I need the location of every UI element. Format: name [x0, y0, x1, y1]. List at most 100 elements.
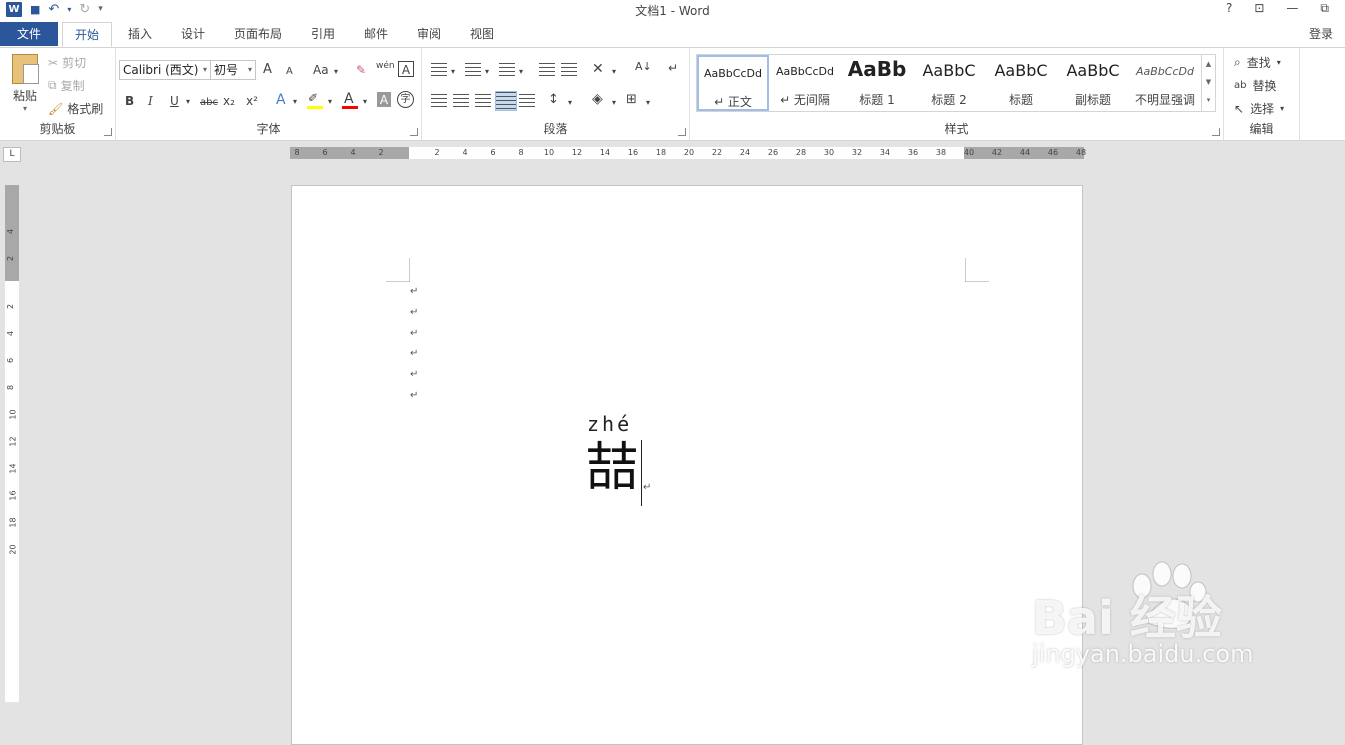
ruler-number: 16	[8, 490, 18, 501]
change-case-dropdown-icon[interactable]: ▾	[334, 64, 338, 80]
document-page[interactable]: ↵ ↵ ↵ ↵ ↵ ↵ zhé 喆 ↵	[291, 185, 1083, 745]
align-left-icon[interactable]	[431, 94, 447, 108]
tab-mailings[interactable]: 邮件	[356, 22, 396, 47]
paragraph-launcher-icon[interactable]	[678, 128, 686, 136]
phonetic-guide-button[interactable]: wén	[376, 58, 395, 74]
justify-icon[interactable]	[495, 91, 517, 111]
change-case-button[interactable]: Aa	[313, 62, 329, 78]
gallery-scroll[interactable]: ▲ ▼ ▾	[1201, 55, 1215, 111]
paste-label: 粘贴	[12, 89, 37, 103]
style-preview: AaBbC	[994, 61, 1048, 80]
paste-button[interactable]: 粘贴 ▾	[8, 54, 42, 113]
vertical-ruler[interactable]: 4 2 2 4 6 8 10 12 14 16 18 20	[5, 185, 19, 702]
style-heading-2[interactable]: AaBbC 标题 2	[913, 55, 985, 111]
underline-dropdown-icon[interactable]: ▾	[186, 94, 190, 110]
multilevel-dropdown-icon[interactable]: ▾	[519, 64, 523, 80]
chinese-layout-icon[interactable]: ✕	[592, 61, 604, 77]
format-painter-button[interactable]: 🖌 格式刷	[48, 100, 103, 117]
shading-dropdown-icon[interactable]: ▾	[612, 95, 616, 111]
tab-view[interactable]: 视图	[462, 22, 502, 47]
tab-insert[interactable]: 插入	[120, 22, 160, 47]
ruler-number: 4	[6, 330, 16, 337]
strikethrough-button[interactable]: abc	[200, 95, 218, 111]
style-subtitle[interactable]: AaBbC 副标题	[1057, 55, 1129, 111]
bullets-dropdown-icon[interactable]: ▾	[451, 64, 455, 80]
tab-home[interactable]: 开始	[62, 22, 112, 47]
line-spacing-dropdown-icon[interactable]: ▾	[568, 95, 572, 111]
line-spacing-icon[interactable]: ↕	[548, 92, 559, 108]
clipboard-launcher-icon[interactable]	[104, 128, 112, 136]
highlight-icon[interactable]: ✐	[308, 90, 318, 106]
text-effects-dropdown-icon[interactable]: ▾	[293, 94, 297, 110]
character-border-button[interactable]: A	[398, 61, 414, 77]
font-color-dropdown-icon[interactable]: ▾	[363, 94, 367, 110]
more-styles-icon[interactable]: ▾	[1202, 91, 1215, 109]
tab-design[interactable]: 设计	[173, 22, 213, 47]
shading-icon[interactable]: ◈	[592, 91, 603, 107]
tab-selector[interactable]: L	[3, 147, 21, 162]
style-preview: AaBbC	[1066, 61, 1120, 80]
clipboard-group-label: 剪贴板	[39, 122, 76, 136]
cut-button[interactable]: ✂ 剪切	[48, 54, 86, 71]
replace-button[interactable]: ab 替换	[1234, 77, 1277, 94]
underline-button[interactable]: U	[170, 93, 179, 109]
text-effects-icon[interactable]: A	[276, 92, 286, 108]
paste-dropdown-icon[interactable]: ▾	[8, 104, 42, 113]
select-dropdown-icon[interactable]: ▾	[1280, 104, 1284, 113]
style-subtle-emphasis[interactable]: AaBbCcDd 不明显强调	[1129, 55, 1201, 111]
align-right-icon[interactable]	[475, 94, 491, 108]
italic-button[interactable]: I	[148, 93, 153, 109]
style-name: 不明显强调	[1134, 93, 1195, 107]
numbering-dropdown-icon[interactable]: ▾	[485, 64, 489, 80]
character-shading-button[interactable]: A	[377, 92, 391, 107]
select-button[interactable]: ↖ 选择 ▾	[1234, 100, 1284, 117]
styles-launcher-icon[interactable]	[1212, 128, 1220, 136]
style-normal[interactable]: AaBbCcDd ↵ 正文	[697, 55, 769, 111]
font-size-dropdown[interactable]: 初号 ▾	[210, 60, 256, 80]
subscript-button[interactable]: x₂	[223, 93, 235, 109]
borders-icon[interactable]: ⊞	[626, 92, 637, 108]
numbering-icon[interactable]	[465, 63, 481, 77]
horizontal-ruler[interactable]: 8 6 4 2 2 4 6 8 10 12 14 16 18 20 22 24 26 28 30 32 34 36 38 40…	[290, 147, 1086, 159]
superscript-button[interactable]: x²	[246, 93, 258, 109]
scroll-down-icon[interactable]: ▼	[1202, 73, 1215, 91]
copy-button[interactable]: ⧉ 复制	[48, 77, 85, 94]
font-color-icon[interactable]: A	[344, 91, 354, 107]
bullets-icon[interactable]	[431, 63, 447, 77]
minimize-button[interactable]: —	[1286, 1, 1298, 16]
help-button[interactable]: ?	[1226, 1, 1232, 16]
ruler-number: 42	[991, 148, 1003, 157]
chinese-layout-dropdown-icon[interactable]: ▾	[612, 64, 616, 80]
find-dropdown-icon[interactable]: ▾	[1277, 58, 1281, 67]
sign-in-link[interactable]: 登录	[1309, 25, 1333, 42]
scroll-up-icon[interactable]: ▲	[1202, 55, 1215, 73]
chinese-character: 喆	[586, 438, 639, 498]
style-heading-1[interactable]: AaBb 标题 1	[841, 55, 913, 111]
font-launcher-icon[interactable]	[410, 128, 418, 136]
tab-review[interactable]: 审阅	[409, 22, 449, 47]
borders-dropdown-icon[interactable]: ▾	[646, 95, 650, 111]
font-name-dropdown[interactable]: Calibri (西文) ▾	[119, 60, 211, 80]
sort-icon[interactable]: A↓	[635, 59, 652, 75]
decrease-indent-icon[interactable]	[539, 63, 555, 77]
align-center-icon[interactable]	[453, 94, 469, 108]
editing-group-label: 编辑	[1249, 122, 1274, 136]
tab-references[interactable]: 引用	[303, 22, 343, 47]
style-no-spacing[interactable]: AaBbCcDd ↵ 无间隔	[769, 55, 841, 111]
distributed-icon[interactable]	[519, 94, 535, 108]
style-title[interactable]: AaBbC 标题	[985, 55, 1057, 111]
grow-font-button[interactable]: A	[263, 62, 272, 78]
find-button[interactable]: ⌕ 查找 ▾	[1234, 54, 1281, 71]
multilevel-list-icon[interactable]	[499, 63, 515, 77]
highlight-dropdown-icon[interactable]: ▾	[328, 94, 332, 110]
show-paragraph-marks-icon[interactable]: ↵	[668, 60, 678, 76]
clear-formatting-icon[interactable]: ✎	[356, 62, 366, 78]
bold-button[interactable]: B	[125, 93, 134, 109]
enclose-characters-button[interactable]: 字	[397, 91, 414, 108]
ribbon-display-options-icon[interactable]: ⊡	[1254, 1, 1264, 16]
increase-indent-icon[interactable]	[561, 63, 577, 77]
restore-button[interactable]: ⧉	[1320, 1, 1329, 16]
tab-file[interactable]: 文件	[0, 22, 58, 46]
tab-page-layout[interactable]: 页面布局	[228, 22, 288, 47]
shrink-font-button[interactable]: A	[286, 64, 293, 80]
